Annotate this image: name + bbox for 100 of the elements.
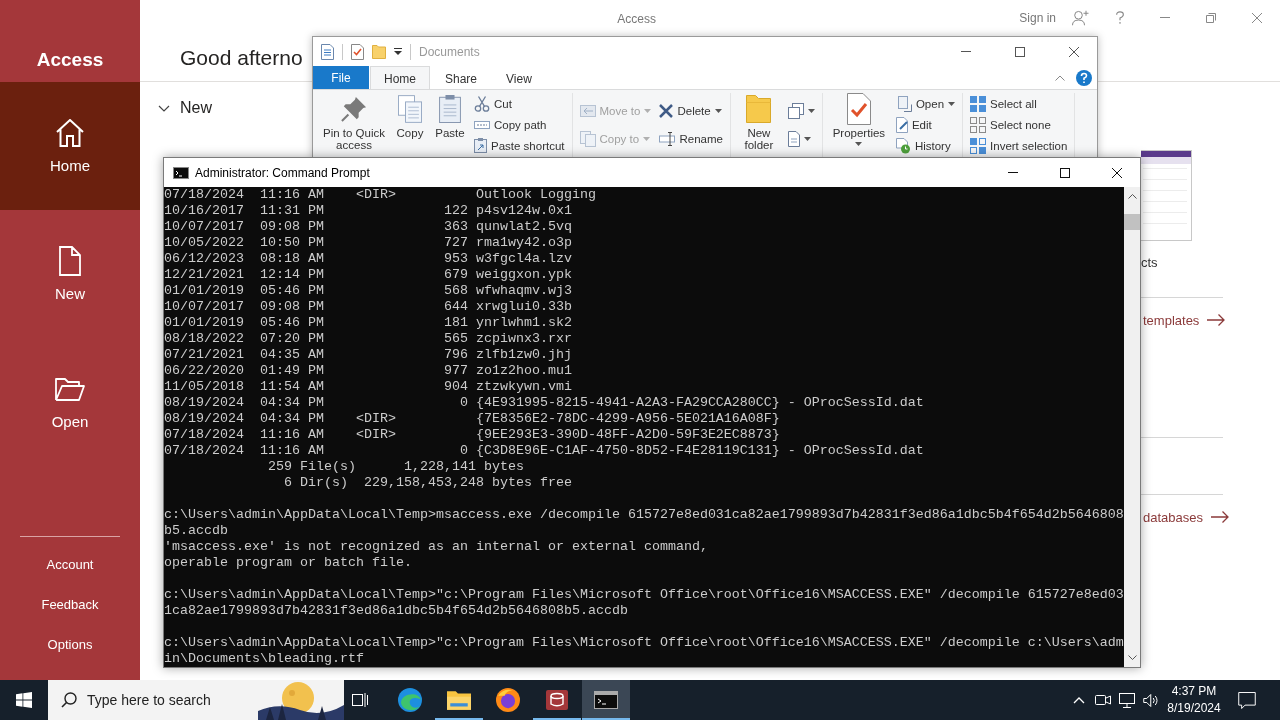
task-view-icon[interactable]: [352, 692, 368, 708]
maximize-icon[interactable]: [1015, 46, 1025, 57]
console-line: 1ca82ae1799893d7b42831f3ed86a1dbc5b4f654d2b5646808b5.accdb: [164, 603, 629, 619]
ribbon-button[interactable]: History: [893, 135, 958, 156]
text-cursor-icon: [659, 131, 676, 146]
sidebar-item[interactable]: New: [0, 210, 140, 338]
section-heading: New: [180, 99, 212, 117]
greeting-heading: Good afterno: [180, 45, 303, 71]
browser-icon: [496, 688, 520, 712]
chevron-down-icon[interactable]: [158, 104, 170, 112]
pin-icon: [341, 96, 367, 122]
half-grid-icon: [970, 137, 987, 154]
ribbon-button[interactable]: Paste: [430, 93, 470, 156]
console-line: 6 Dir(s) 229,158,453,248 bytes free: [282, 475, 573, 491]
ribbon-button[interactable]: Select none: [968, 114, 1070, 135]
document-icon: [59, 246, 81, 276]
restore-icon[interactable]: [1206, 12, 1216, 23]
more-link[interactable]: templates: [1143, 310, 1226, 330]
console-line: 07/18/2024 11:16 AM <DIR> {9EE293E3-390D-48FF-A2D0-59F3E2EC8873}: [164, 427, 781, 443]
sidebar-item[interactable]: Home: [0, 82, 140, 210]
sidebar-item[interactable]: Account: [0, 544, 140, 584]
console-line: 06/22/2020 01:49 PM 977 zo1z2hoo.mu1: [164, 363, 573, 379]
ribbon-button[interactable]: Edit: [893, 114, 958, 135]
close-icon[interactable]: [1069, 46, 1079, 57]
person-icon[interactable]: [1071, 9, 1089, 26]
console-line: 10/07/2017 09:08 PM 363 qunwlat2.5vq: [164, 219, 573, 235]
windows-logo-icon[interactable]: [16, 692, 32, 708]
ribbon-button[interactable]: [785, 100, 817, 121]
close-icon[interactable]: [1112, 167, 1122, 178]
home-icon: [56, 119, 84, 147]
sign-in-button[interactable]: Sign in: [1013, 0, 1062, 35]
pages-icon: [787, 102, 804, 119]
search-box[interactable]: Type here to search: [48, 680, 344, 720]
scroll-up-icon[interactable]: [1127, 194, 1137, 199]
ribbon-button[interactable]: Rename: [657, 128, 725, 149]
scroll-down-icon[interactable]: [1127, 655, 1137, 660]
check-document-icon[interactable]: [351, 43, 364, 60]
dotted-box-icon: [474, 120, 490, 129]
clipboard-icon: [439, 95, 461, 123]
console-line: operable program or batch file.: [164, 555, 413, 571]
search-icon: [61, 692, 77, 708]
ribbon-button[interactable]: Delete: [657, 100, 725, 121]
ribbon-button[interactable]: Pin to Quick access: [318, 93, 390, 156]
document-icon[interactable]: [321, 43, 334, 60]
ribbon-button[interactable]: Copy path: [472, 114, 567, 135]
check-document-icon: [846, 93, 871, 125]
moon-landscape-icon: [258, 680, 344, 720]
arrow-right-icon: [1211, 511, 1229, 523]
clock-button[interactable]: 4:37 PM 8/19/2024: [1163, 680, 1225, 720]
console-line: 'msaccess.exe' is not recognized as an internal or external command,: [164, 539, 709, 555]
sidebar-item[interactable]: Feedback: [0, 584, 140, 624]
scissors-icon: [474, 95, 490, 112]
console-line: c:\Users\admin\AppData\Local\Temp>"c:\Program Files\Microsoft Office\root\Office16\MSACCESS.EXE" /decompile c:\Users\adm: [164, 635, 1124, 651]
ribbon-button[interactable]: Properties: [825, 93, 892, 156]
search-field[interactable]: Type here to search: [87, 688, 248, 712]
template-preview-drawing[interactable]: [1141, 150, 1192, 241]
sidebar-item[interactable]: Options: [0, 624, 140, 664]
console-line: 01/01/2019 05:46 PM 181 ynrlwhm1.sk2: [164, 315, 573, 331]
network-icon[interactable]: [1119, 692, 1135, 708]
ribbon-button[interactable]: Paste shortcut: [472, 135, 567, 156]
console-line: in\Documents\bleading.rtf: [164, 651, 365, 667]
folder-icon: [55, 377, 85, 401]
camera-icon[interactable]: [1095, 695, 1111, 705]
ribbon-button[interactable]: New folder: [733, 93, 784, 156]
taskbar-button[interactable]: [582, 680, 630, 720]
ribbon-button[interactable]: Copy: [390, 93, 430, 156]
empty-grid-icon: [970, 116, 987, 133]
maximize-icon[interactable]: [1060, 167, 1070, 178]
console-line: 07/21/2021 04:35 AM 796 zlfb1zw0.jhj: [164, 347, 573, 363]
console-line: 08/18/2022 07:20 PM 565 zcpiwnx3.rxr: [164, 331, 573, 347]
console-line: 01/01/2019 05:46 PM 568 wfwhaqmv.wj3: [164, 283, 573, 299]
template-caption: cts: [1141, 255, 1158, 271]
app-name: Access: [35, 48, 105, 72]
help-icon[interactable]: [1076, 70, 1092, 86]
console-line: 10/05/2022 10:50 PM 727 rma1wy42.o3p: [164, 235, 573, 251]
help-icon[interactable]: [1116, 11, 1124, 24]
console-line: c:\Users\admin\AppData\Local\Temp>msaccess.exe /decompile 615727e8ed031ca82ae1799893d7b42831f3ed86a1dbc5b4f654d2b5646808: [164, 507, 1124, 523]
browser-icon: [398, 688, 422, 712]
volume-icon[interactable]: [1143, 693, 1159, 707]
console-line: 12/21/2021 12:14 PM 679 weiggxon.ypk: [164, 267, 573, 283]
scrollbar-thumb[interactable]: [1124, 214, 1140, 230]
ribbon-button[interactable]: Select all: [968, 93, 1070, 114]
more-link[interactable]: databases: [1143, 507, 1229, 527]
file-tab[interactable]: File: [313, 66, 369, 90]
console-line: c:\Users\admin\AppData\Local\Temp>"c:\Program Files\Microsoft Office\root\Office16\MSACCESS.EXE" /decompile 615727e8ed03: [164, 587, 1124, 603]
caret-icon[interactable]: [394, 48, 402, 55]
ribbon-tab[interactable]: View: [492, 66, 546, 90]
document-arrow-icon: [895, 95, 912, 112]
ribbon-button[interactable]: Invert selection: [968, 135, 1070, 156]
clock-document-icon: [895, 137, 911, 154]
folder-icon: [447, 690, 471, 710]
sidebar-item[interactable]: Open: [0, 338, 140, 466]
ribbon-button[interactable]: Open: [893, 93, 958, 114]
terminal-icon: [594, 691, 618, 709]
ribbon-button[interactable]: Cut: [472, 93, 567, 114]
scrollbar[interactable]: [1124, 187, 1140, 667]
notification-icon[interactable]: [1238, 691, 1256, 709]
ribbon-tab[interactable]: Share: [431, 66, 492, 90]
terminal-icon[interactable]: [173, 166, 189, 179]
ribbon-tab[interactable]: Home: [370, 66, 430, 90]
